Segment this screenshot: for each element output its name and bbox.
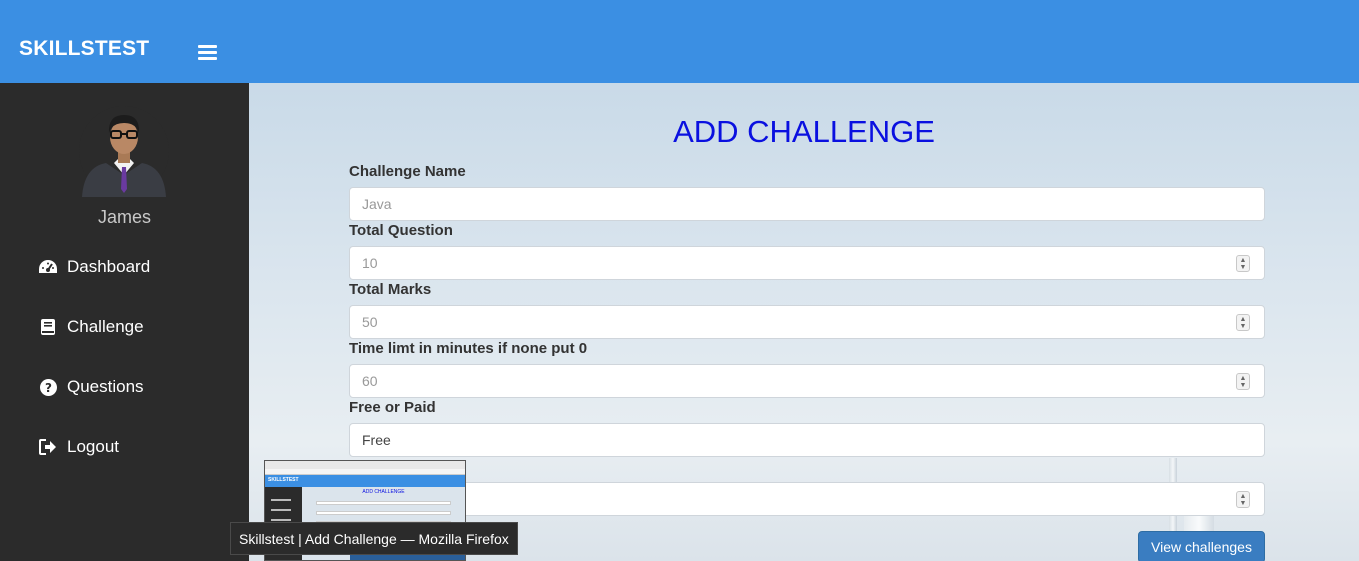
sidebar-item-label: Challenge: [67, 317, 144, 336]
preview-nav: [271, 499, 291, 501]
avatar: [78, 105, 170, 197]
page-title: ADD CHALLENGE: [673, 114, 935, 149]
number-spinner-icon[interactable]: ▲ ▼: [1236, 255, 1250, 272]
top-navbar: SKILLSTEST: [0, 0, 1359, 83]
svg-text:?: ?: [45, 381, 52, 395]
book-icon: [38, 317, 58, 337]
price-input[interactable]: ▲ ▼: [349, 482, 1265, 516]
free-or-paid-input[interactable]: Free: [349, 423, 1265, 457]
brand-logo[interactable]: SKILLSTEST: [19, 37, 149, 61]
logout-icon: [38, 437, 58, 457]
dashboard-icon: [38, 257, 58, 277]
preview-nav: [271, 509, 291, 511]
preview-field: [316, 511, 451, 515]
input-placeholder: 60: [362, 373, 378, 389]
free-or-paid-label: Free or Paid: [349, 399, 436, 416]
question-circle-icon: ?: [38, 377, 58, 397]
view-challenges-button[interactable]: View challenges: [1138, 531, 1265, 561]
sidebar-item-questions[interactable]: ? Questions: [38, 372, 144, 402]
total-question-input[interactable]: 10 ▲ ▼: [349, 246, 1265, 280]
number-spinner-icon[interactable]: ▲ ▼: [1236, 491, 1250, 508]
sidebar-item-logout[interactable]: Logout: [38, 432, 119, 462]
time-limit-label: Time limt in minutes if none put 0: [349, 340, 588, 357]
total-marks-label: Total Marks: [349, 281, 432, 298]
preview-brand: SKILLSTEST: [268, 477, 299, 483]
menu-toggle-icon[interactable]: [198, 45, 217, 62]
challenge-name-input[interactable]: Java: [349, 187, 1265, 221]
sidebar-item-label: Questions: [67, 377, 144, 396]
time-limit-input[interactable]: 60 ▲ ▼: [349, 364, 1265, 398]
number-spinner-icon[interactable]: ▲ ▼: [1236, 373, 1250, 390]
preview-tabbar: [265, 461, 465, 469]
total-question-label: Total Question: [349, 222, 453, 239]
window-tooltip: Skillstest | Add Challenge — Mozilla Fir…: [230, 522, 518, 555]
input-placeholder: 50: [362, 314, 378, 330]
sidebar: James Dashboard Challenge ? Questions Lo…: [0, 83, 249, 561]
input-placeholder: Java: [362, 196, 392, 212]
preview-nav: [271, 519, 291, 521]
sidebar-item-label: Dashboard: [67, 257, 151, 276]
number-spinner-icon[interactable]: ▲ ▼: [1236, 314, 1250, 331]
input-value: Free: [362, 432, 391, 448]
challenge-name-label: Challenge Name: [349, 163, 466, 180]
username: James: [97, 207, 151, 227]
total-marks-input[interactable]: 50 ▲ ▼: [349, 305, 1265, 339]
input-placeholder: 10: [362, 255, 378, 271]
preview-title: ADD CHALLENGE: [362, 489, 405, 495]
preview-field: [316, 501, 451, 505]
sidebar-item-dashboard[interactable]: Dashboard: [38, 252, 150, 282]
sidebar-item-label: Logout: [67, 437, 119, 456]
sidebar-item-challenge[interactable]: Challenge: [38, 312, 144, 342]
